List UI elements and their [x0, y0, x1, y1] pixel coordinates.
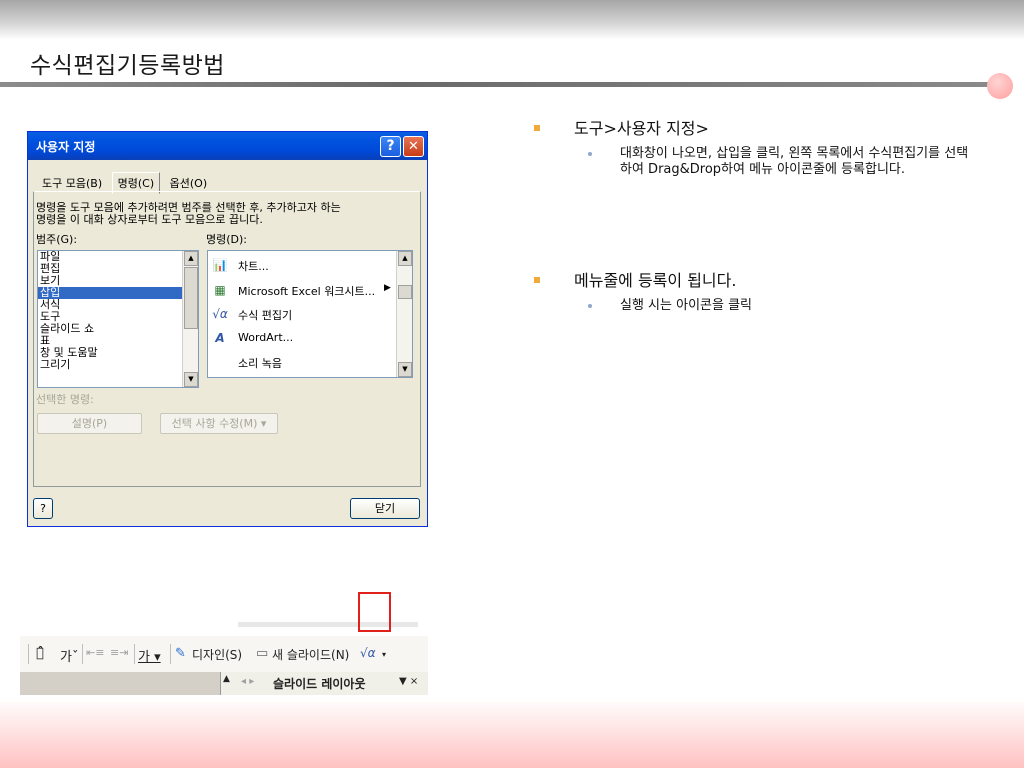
design-icon: ✎ [175, 646, 186, 661]
command-label: 수식 편집기 [238, 309, 293, 322]
task-pane-header: ▲ ◂ ▸ 슬라이드 레이아웃 ▼ × [220, 672, 428, 695]
category-item[interactable]: 파일 [38, 251, 198, 263]
formatting-toolbar: 가̂ 가ˇ ⇤≡ ≡⇥ 가 ▾ ✎ 디자인(S) ▭ 새 슬라이드(N) √α … [20, 636, 428, 672]
category-item[interactable]: 서식 [38, 299, 198, 311]
selected-command-label: 선택한 명령: [36, 393, 94, 406]
close-icon[interactable]: ✕ [403, 136, 424, 157]
equation-icon: √α [212, 307, 228, 321]
slide-bottom-band [0, 698, 1024, 768]
pane-menu-icon[interactable]: ▼ × [399, 676, 418, 687]
chart-icon: 📊 [212, 258, 228, 272]
sub-bullet-item: 대화창이 나오면, 삽입을 클릭, 왼쪽 목록에서 수식편집기를 선택하여 Dr… [534, 146, 984, 178]
indent-less-icon[interactable]: ⇤≡ [86, 646, 104, 659]
command-item-chart[interactable]: 📊 차트... [208, 253, 396, 277]
title-decoration-dot [987, 73, 1013, 99]
new-slide-icon: ▭ [256, 646, 269, 661]
toolbar-screenshot: 가̂ 가ˇ ⇤≡ ≡⇥ 가 ▾ ✎ 디자인(S) ▭ 새 슬라이드(N) √α … [20, 622, 428, 695]
submenu-arrow-icon: ▶ [384, 283, 391, 293]
modify-selection-button[interactable]: 선택 사항 수정(M) ▾ [160, 413, 278, 434]
categories-scrollbar[interactable]: ▲ ▼ [182, 251, 198, 387]
bullet-item: 도구>사용자 지정> [534, 118, 984, 140]
bullet-list: 도구>사용자 지정> 대화창이 나오면, 삽입을 클릭, 왼쪽 목록에서 수식편… [534, 118, 984, 314]
sub-bullet-text: 실행 시는 아이콘을 클릭 [620, 298, 752, 313]
category-item[interactable]: 그리기 [38, 359, 198, 371]
font-shrink-icon[interactable]: 가ˇ [60, 646, 78, 665]
indent-more-icon[interactable]: ≡⇥ [110, 646, 128, 659]
scroll-thumb[interactable] [398, 285, 412, 299]
sound-record-icon [211, 353, 229, 371]
scroll-thumb[interactable] [184, 267, 198, 329]
category-item[interactable]: 슬라이드 쇼 [38, 323, 198, 335]
equation-editor-icon[interactable]: √α [360, 646, 376, 660]
toolbar-separator [170, 644, 171, 664]
font-color-icon[interactable]: 가 ▾ [138, 646, 161, 665]
bullet-item: 메뉴줄에 등록이 됩니다. [534, 270, 984, 292]
scroll-up-icon[interactable]: ▲ [398, 251, 412, 266]
sub-bullet-marker [588, 304, 592, 308]
toolbar-tooltip-remnant [238, 622, 418, 627]
commands-label: 명령(D): [206, 233, 247, 246]
scroll-down-icon[interactable]: ▼ [184, 372, 198, 387]
excel-worksheet-icon: ▦ [214, 283, 226, 297]
sub-bullet-item: 실행 시는 아이콘을 클릭 [534, 298, 984, 314]
command-label: 소리 녹음 [238, 357, 282, 370]
pane-title: 슬라이드 레이아웃 [273, 677, 366, 691]
scroll-up-icon[interactable]: ▲ [184, 251, 198, 266]
command-label: 차트... [238, 260, 269, 273]
pane-nav-icon[interactable]: ◂ ▸ [241, 676, 254, 687]
dialog-title: 사용자 지정 [36, 140, 96, 154]
slide-title: 수식편집기등록방법 [30, 53, 225, 79]
bullet-marker [534, 125, 540, 131]
chevron-down-icon[interactable]: ▾ [382, 650, 386, 659]
scroll-up-icon[interactable]: ▲ [223, 674, 230, 684]
customize-dialog: 사용자 지정 ? ✕ 도구 모음(B) 명령(C) 옵션(O) 명령을 도구 모… [27, 131, 428, 527]
slide-top-band [0, 0, 1024, 40]
bullet-text: 메뉴줄에 등록이 됩니다. [574, 271, 737, 290]
category-item[interactable]: 보기 [38, 275, 198, 287]
command-item-wordart[interactable]: A WordArt... [208, 326, 396, 350]
sub-bullet-text: 대화창이 나오면, 삽입을 클릭, 왼쪽 목록에서 수식편집기를 선택하여 Dr… [620, 146, 969, 177]
command-label: WordArt... [238, 331, 294, 344]
title-underline [0, 82, 1000, 87]
font-grow-icon[interactable]: 가̂ [36, 646, 44, 661]
command-item-excel[interactable]: ▦ Microsoft Excel 워크시트... ▶ [208, 278, 396, 302]
description-line: 명령을 이 대화 상자로부터 도구 모음으로 끕니다. [36, 213, 263, 226]
sub-bullet-marker [588, 152, 592, 156]
commands-scrollbar[interactable]: ▲ ▼ [396, 251, 412, 377]
scroll-down-icon[interactable]: ▼ [398, 362, 412, 377]
design-button[interactable]: 디자인(S) [192, 646, 242, 663]
bullet-text: 도구>사용자 지정> [574, 119, 709, 138]
toolbar-separator [82, 644, 83, 664]
category-item[interactable]: 편집 [38, 263, 198, 275]
help-button[interactable]: ? [33, 498, 53, 519]
command-label: Microsoft Excel 워크시트... [238, 285, 376, 298]
commands-listbox[interactable]: 📊 차트... ▦ Microsoft Excel 워크시트... ▶ √α 수… [207, 250, 413, 378]
toolbar-separator [28, 644, 29, 664]
new-slide-button[interactable]: 새 슬라이드(N) [272, 646, 349, 663]
bullet-marker [534, 277, 540, 283]
category-item-selected[interactable]: 삽입 [38, 287, 198, 299]
dialog-titlebar[interactable]: 사용자 지정 ? ✕ [28, 132, 427, 160]
description-button[interactable]: 설명(P) [37, 413, 142, 434]
command-item-equation[interactable]: √α 수식 편집기 [208, 302, 396, 326]
categories-label: 범주(G): [36, 233, 78, 246]
highlight-box [358, 592, 391, 632]
help-icon[interactable]: ? [380, 136, 401, 157]
dialog-description: 명령을 도구 모음에 추가하려면 범주를 선택한 후, 추가하고자 하는 명령을… [36, 202, 416, 226]
close-button[interactable]: 닫기 [350, 498, 420, 519]
categories-listbox[interactable]: 파일 편집 보기 삽입 서식 도구 슬라이드 쇼 표 창 및 도움말 그리기 ▲… [37, 250, 199, 388]
command-item-sound[interactable]: 소리 녹음 [208, 350, 396, 374]
toolbar-separator [134, 644, 135, 664]
wordart-icon: A [215, 331, 225, 345]
